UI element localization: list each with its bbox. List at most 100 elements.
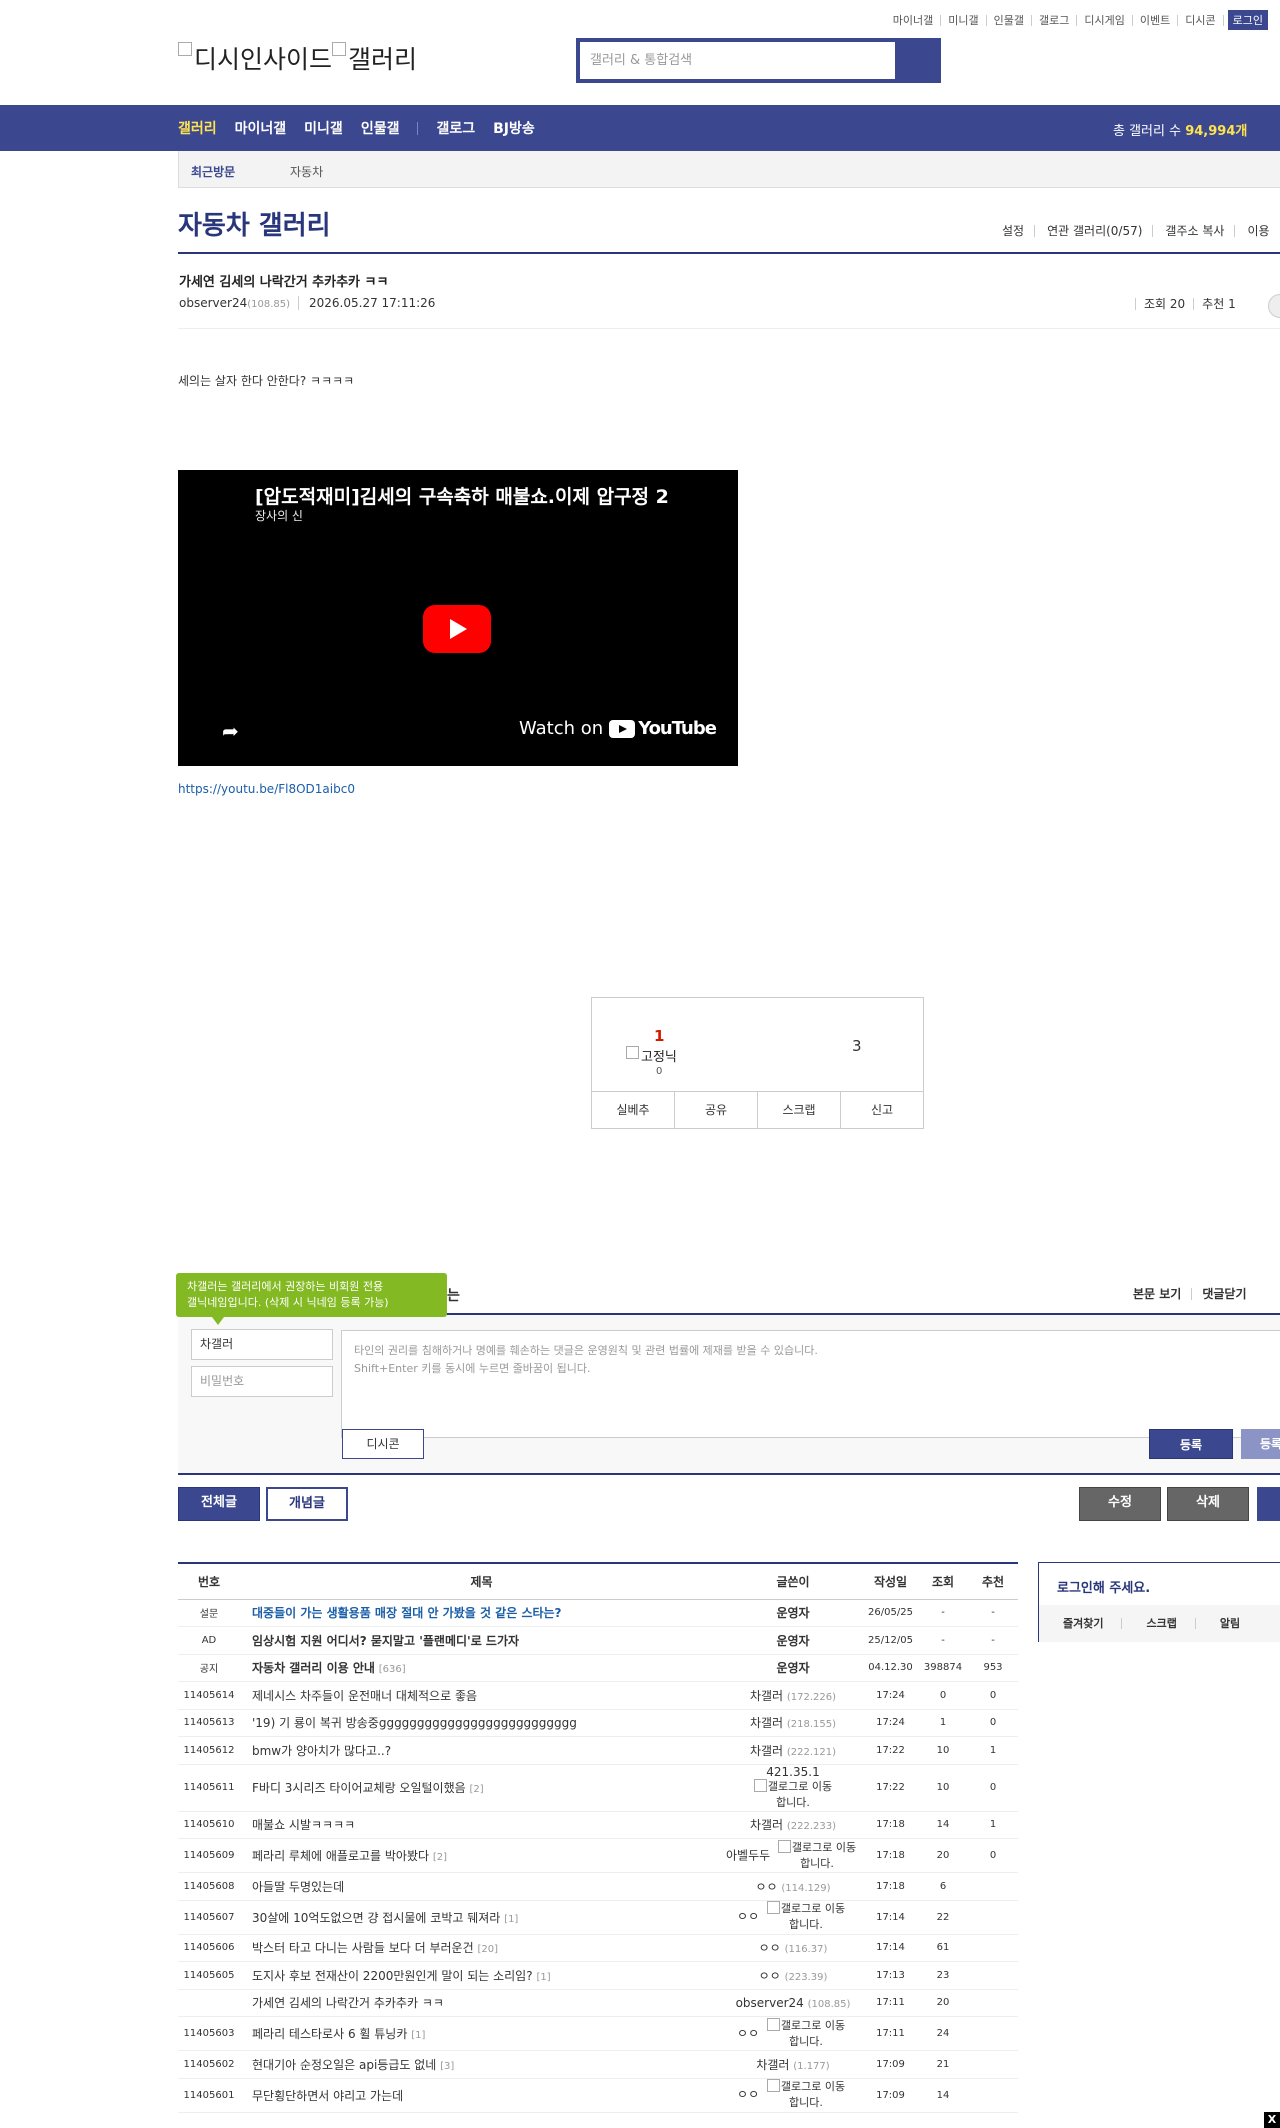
writer-name[interactable]: ㅇㅇ bbox=[737, 1910, 759, 1924]
top-link-dcgame[interactable]: 디시게임 bbox=[1077, 14, 1133, 26]
top-link-person[interactable]: 인물갤 bbox=[987, 14, 1033, 26]
post-subject-cell[interactable]: 도지사 후보 전재산이 2200만원인게 말이 되는 소리임? [1] bbox=[240, 1961, 723, 1990]
writer-name[interactable]: ㅇㅇ bbox=[737, 2088, 759, 2102]
writer-name[interactable]: ㅇㅇ bbox=[755, 1880, 777, 1894]
table-row[interactable]: 11405605 도지사 후보 전재산이 2200만원인게 말이 되는 소리임? … bbox=[178, 1961, 1018, 1990]
writer-name[interactable]: 차갤러 bbox=[750, 1818, 783, 1832]
post-subject-cell[interactable]: 가세연 김세의 나락간거 추카추카 ㅋㅋ bbox=[240, 1989, 723, 2017]
register-button[interactable]: 등록 bbox=[1149, 1429, 1233, 1459]
post-subject[interactable]: 박스터 타고 다니는 사람들 보다 더 부러운건 bbox=[252, 1941, 474, 1955]
post-subject[interactable]: 가세연 김세의 나락간거 추카추카 ㅋㅋ bbox=[252, 1996, 444, 2010]
post-subject[interactable]: 제네시스 차주들이 운전매너 대체적으로 좋음 bbox=[252, 1689, 477, 1703]
dccon-button[interactable]: 디시콘 bbox=[342, 1429, 424, 1459]
logo[interactable]: 디시인사이드 갤러리 bbox=[178, 40, 417, 76]
recent-visit-item[interactable]: 자동차 bbox=[290, 163, 323, 180]
post-subject-cell[interactable]: 현대기아 순정오일은 api등급도 없네 [3] bbox=[240, 2050, 723, 2079]
table-row[interactable]: 11405606 박스터 타고 다니는 사람들 보다 더 부러운건 [20] ㅇㅇ … bbox=[178, 1934, 1018, 1962]
reply-count[interactable]: [1] bbox=[411, 2030, 425, 2041]
notification-link[interactable]: 알림 bbox=[1194, 1618, 1258, 1629]
edit-button[interactable]: 수정 bbox=[1079, 1487, 1161, 1521]
reply-count[interactable]: [3] bbox=[440, 2061, 454, 2072]
table-row[interactable]: 11405601 무단횡단하면서 야리고 가는데 ㅇㅇ 갤로그로 이동합니다. 17… bbox=[178, 2078, 1018, 2113]
post-subject[interactable]: 도지사 후보 전재산이 2200만원인게 말이 되는 소리임? bbox=[252, 1969, 533, 1983]
post-subject-cell[interactable]: 대중들이 가는 생활용품 매장 절대 안 가봤을 것 같은 스타는? bbox=[240, 1599, 723, 1627]
related-gallery[interactable]: 연관 갤러리(0/57) bbox=[1034, 225, 1152, 237]
post-subject[interactable]: F바디 3시리즈 타이어교체랑 오일털이했음 bbox=[252, 1781, 466, 1795]
post-subject-cell[interactable]: bmw가 양아치가 많다고..? bbox=[240, 1736, 723, 1765]
top-link-gallog[interactable]: 갤로그 bbox=[1032, 14, 1078, 26]
nav-gallery[interactable]: 갤러리 bbox=[178, 118, 217, 138]
post-subject-cell[interactable]: 페라리 루체에 애플로고를 박아봤다 [2] bbox=[240, 1838, 723, 1873]
reply-count[interactable]: [2] bbox=[470, 1784, 484, 1795]
post-subject-cell[interactable]: 아들딸 두명있는데 bbox=[240, 1872, 723, 1901]
post-subject[interactable]: 대중들이 가는 생활용품 매장 절대 안 가봤을 것 같은 스타는? bbox=[252, 1606, 562, 1620]
video-title[interactable]: [압도적재미]김세의 구속축하 매불쇼.이제 압구정 2 bbox=[255, 482, 669, 509]
table-row[interactable]: 공지 자동차 갤러리 이용 안내 [636] 운영자 04.12.30 398874 9… bbox=[178, 1654, 1018, 1682]
post-subject[interactable]: 페라리 테스타로사 6 휠 튜닝카 bbox=[252, 2027, 407, 2041]
writer-name[interactable]: 운영자 bbox=[776, 1634, 809, 1648]
post-subject[interactable]: 현대기아 순정오일은 api등급도 없네 bbox=[252, 2058, 436, 2072]
table-row[interactable]: 11405613 '19) 기 룡이 복귀 방송중gggggggggggggggg… bbox=[178, 1709, 1018, 1737]
post-subject-cell[interactable]: 임상시험 지원 어디서? 묻지말고 '플랜메디'로 드가자 bbox=[240, 1626, 723, 1655]
writer-name[interactable]: ㅇㅇ bbox=[737, 2026, 759, 2040]
nav-mini[interactable]: 미니갤 bbox=[304, 118, 343, 138]
post-subject[interactable]: 아들딸 두명있는데 bbox=[252, 1880, 344, 1894]
search-input[interactable]: 갤러리 & 통합검색 bbox=[580, 42, 895, 79]
close-comments-button[interactable]: 댓글닫기 bbox=[1191, 1288, 1256, 1300]
post-subject[interactable]: 30살에 10억도없으면 걍 접시물에 코박고 뒈져라 bbox=[252, 1911, 500, 1925]
reply-count[interactable]: [1] bbox=[536, 1972, 550, 1983]
delete-button[interactable]: 삭제 bbox=[1167, 1487, 1249, 1521]
writer-name[interactable]: observer24 bbox=[736, 1996, 804, 2010]
post-subject[interactable]: 임상시험 지원 어디서? 묻지말고 '플랜메디'로 드가자 bbox=[252, 1634, 519, 1648]
comment-textarea[interactable]: 타인의 권리를 침해하거나 명예를 훼손하는 댓글은 운영원칙 및 관련 법률에… bbox=[341, 1330, 1280, 1438]
gallery-usage[interactable]: 이용 bbox=[1234, 225, 1279, 237]
writer-name[interactable]: ㅇㅇ bbox=[759, 1969, 781, 1983]
nav-person[interactable]: 인물갤 bbox=[361, 118, 400, 138]
table-row[interactable]: 11405611 F바디 3시리즈 타이어교체랑 오일털이했음 [2] 421.35… bbox=[178, 1764, 1018, 1812]
post-subject-cell[interactable]: F바디 3시리즈 타이어교체랑 오일털이했음 [2] bbox=[240, 1764, 723, 1812]
table-row[interactable]: 11405609 페라리 루체에 애플로고를 박아봤다 [2] 아벨두두 갤로그로 … bbox=[178, 1838, 1018, 1873]
writer-name[interactable]: 차갤러 bbox=[750, 1689, 783, 1703]
table-row[interactable]: 11405610 매불쇼 시발ㅋㅋㅋㅋ 차갤러 (222.233) 17:18 14 1 bbox=[178, 1811, 1018, 1839]
gallog-link[interactable]: 갤로그로 이동합니다. bbox=[763, 2017, 849, 2050]
downvote-count[interactable]: 3 bbox=[852, 1037, 862, 1055]
upvote-count[interactable]: 1 bbox=[654, 1027, 664, 1045]
close-ad-button[interactable]: X bbox=[1264, 2112, 1280, 2128]
writer-name[interactable]: 아벨두두 bbox=[726, 1848, 770, 1862]
post-author[interactable]: observer24 bbox=[179, 296, 247, 310]
writer-name[interactable]: 차갤러 bbox=[756, 2058, 789, 2072]
post-subject[interactable]: bmw가 양아치가 많다고..? bbox=[252, 1744, 391, 1758]
all-posts-tab[interactable]: 전체글 bbox=[178, 1487, 260, 1521]
writer-name[interactable]: 차갤러 bbox=[750, 1744, 783, 1758]
reply-count[interactable]: [20] bbox=[477, 1944, 498, 1955]
post-subject[interactable]: '19) 기 룡이 복귀 방송중gggggggggggggggggggggggg… bbox=[252, 1716, 577, 1730]
post-subject-cell[interactable]: 자동차 갤러리 이용 안내 [636] bbox=[240, 1654, 723, 1682]
post-subject[interactable]: 자동차 갤러리 이용 안내 bbox=[252, 1661, 375, 1675]
scrap-button[interactable]: 스크랩 bbox=[757, 1092, 840, 1129]
writer-name[interactable]: 운영자 bbox=[776, 1606, 809, 1620]
gallog-link[interactable]: 갤로그로 이동합니다. bbox=[763, 1901, 849, 1933]
register-recommend-button[interactable]: 등록 bbox=[1241, 1429, 1280, 1459]
top-link-dccon[interactable]: 디시콘 bbox=[1178, 14, 1224, 26]
nav-minor[interactable]: 마이너갤 bbox=[235, 118, 287, 138]
reply-count[interactable]: [636] bbox=[379, 1664, 406, 1675]
scrap-link[interactable]: 스크랩 bbox=[1121, 1618, 1194, 1629]
post-subject-cell[interactable]: 제네시스 차주들이 운전매너 대체적으로 좋음 bbox=[240, 1681, 723, 1710]
table-row[interactable]: 가세연 김세의 나락간거 추카추카 ㅋㅋ observer24 (108.85)… bbox=[178, 1989, 1018, 2017]
nickname-field[interactable]: 차갤러 bbox=[191, 1329, 333, 1360]
post-subject-cell[interactable]: 매불쇼 시발ㅋㅋㅋㅋ bbox=[240, 1811, 723, 1839]
report-button[interactable]: 신고 bbox=[840, 1092, 923, 1129]
post-subject-cell[interactable]: 무단횡단하면서 야리고 가는데 bbox=[240, 2078, 723, 2113]
top-link-minor[interactable]: 마이너갤 bbox=[886, 14, 942, 26]
nav-gallog[interactable]: 갤로그 bbox=[436, 118, 475, 138]
gallery-title[interactable]: 자동차 갤러리 bbox=[178, 205, 331, 242]
comment-count-icon[interactable] bbox=[1268, 294, 1280, 318]
table-row[interactable]: 11405612 bmw가 양아치가 많다고..? 차갤러 (222.121) 17… bbox=[178, 1736, 1018, 1765]
youtube-embed[interactable]: [압도적재미]김세의 구속축하 매불쇼.이제 압구정 2 장사의 신 ➦ Wat… bbox=[178, 470, 738, 766]
table-row[interactable]: 11405608 아들딸 두명있는데 ㅇㅇ (114.129) 17:18 6 bbox=[178, 1872, 1018, 1901]
post-subject-cell[interactable]: 페라리 테스타로사 6 휠 튜닝카 [1] bbox=[240, 2016, 723, 2051]
gallog-link[interactable]: 갤로그로 이동합니다. bbox=[750, 1778, 836, 1811]
recommended-posts-tab[interactable]: 개념글 bbox=[266, 1487, 348, 1521]
silver-recommend-button[interactable]: 실베추 bbox=[592, 1092, 674, 1129]
favorites-link[interactable]: 즐겨찾기 bbox=[1039, 1618, 1121, 1629]
